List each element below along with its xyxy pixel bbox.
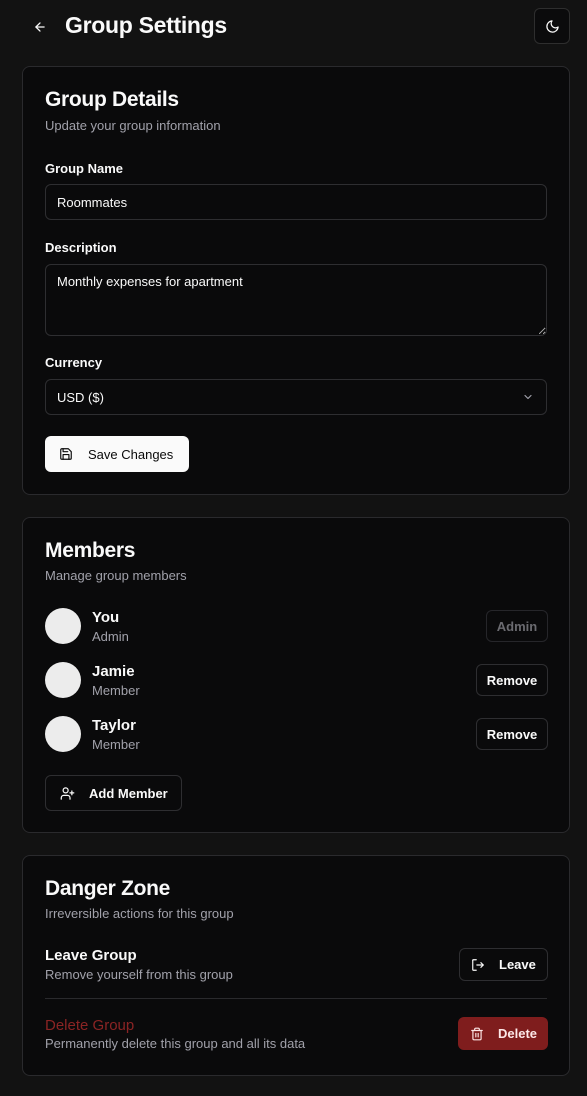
members-card: Members Manage group members You Admin A… [22, 517, 570, 833]
description-label: Description [45, 240, 117, 255]
danger-zone-subtitle: Irreversible actions for this group [45, 906, 234, 921]
back-button[interactable] [26, 13, 54, 41]
currency-select[interactable]: USD ($) [45, 379, 547, 415]
description-textarea[interactable]: Monthly expenses for apartment [45, 264, 547, 336]
avatar [45, 608, 81, 644]
save-changes-label: Save Changes [88, 446, 174, 462]
moon-icon [545, 19, 560, 34]
group-name-input[interactable] [45, 184, 547, 220]
admin-badge-button: Admin [486, 610, 548, 642]
delete-button[interactable]: Delete [458, 1017, 548, 1050]
group-details-title: Group Details [45, 88, 179, 111]
danger-zone-title: Danger Zone [45, 877, 171, 900]
trash-icon [470, 1027, 484, 1041]
member-name: Taylor [92, 717, 136, 734]
member-name: Jamie [92, 663, 135, 680]
members-subtitle: Manage group members [45, 568, 187, 583]
member-name: You [92, 609, 120, 626]
arrow-left-icon [33, 20, 47, 34]
add-member-button[interactable]: Add Member [45, 775, 182, 811]
members-title: Members [45, 539, 136, 562]
delete-label: Delete [498, 1026, 538, 1041]
save-changes-button[interactable]: Save Changes [45, 436, 189, 472]
member-role: Admin [92, 629, 129, 644]
leave-button[interactable]: Leave [459, 948, 548, 981]
add-member-label: Add Member [89, 785, 168, 801]
page-title: Group Settings [65, 12, 227, 38]
avatar [45, 716, 81, 752]
leave-group-title: Leave Group [45, 947, 137, 964]
group-details-card: Group Details Update your group informat… [22, 66, 570, 495]
leave-label: Leave [499, 957, 536, 972]
top-bar: Group Settings [0, 0, 587, 54]
member-role: Member [92, 683, 140, 698]
save-icon [59, 447, 73, 461]
user-plus-icon [60, 786, 75, 801]
remove-member-button[interactable]: Remove [476, 664, 548, 696]
group-details-subtitle: Update your group information [45, 118, 221, 133]
delete-group-description: Permanently delete this group and all it… [45, 1036, 306, 1051]
currency-label: Currency [45, 355, 103, 370]
chevron-down-icon [522, 391, 534, 403]
divider [45, 998, 547, 999]
member-role: Member [92, 737, 140, 752]
log-out-icon [471, 958, 485, 972]
danger-zone-card: Danger Zone Irreversible actions for thi… [22, 855, 570, 1076]
avatar [45, 662, 81, 698]
currency-value: USD ($) [57, 389, 104, 405]
leave-group-description: Remove yourself from this group [45, 967, 233, 982]
remove-member-button[interactable]: Remove [476, 718, 548, 750]
theme-toggle-button[interactable] [534, 8, 570, 44]
group-name-label: Group Name [45, 161, 124, 176]
delete-group-title: Delete Group [45, 1017, 135, 1034]
